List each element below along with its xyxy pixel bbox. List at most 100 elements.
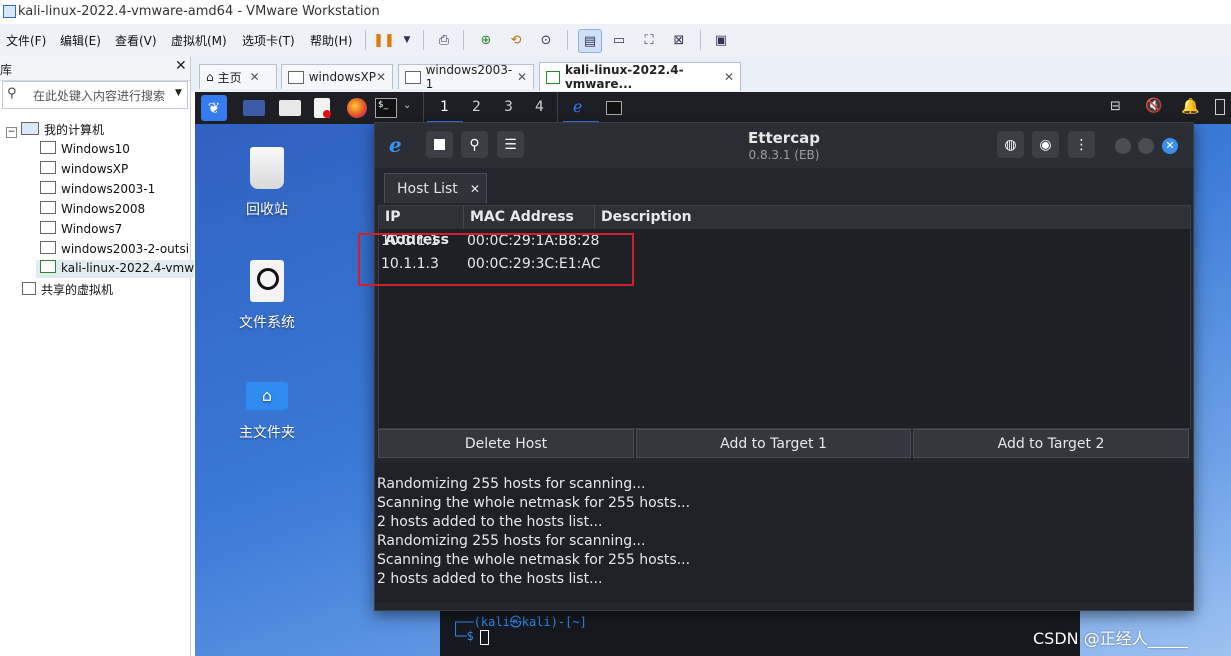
tree-item-label: Windows10 [61, 142, 130, 156]
vm-icon [288, 70, 304, 84]
tab-kali-linux[interactable]: kali-linux-2022.4-vmware... ✕ [539, 62, 741, 91]
close-icon[interactable]: ✕ [376, 70, 386, 84]
tree-item-vm[interactable]: windows2003-1 [40, 181, 188, 196]
kali-menu-icon[interactable]: ❦ [201, 95, 227, 121]
tree-item-label: Windows2008 [61, 202, 146, 216]
fullscreen-icon[interactable]: ⛶ [638, 29, 660, 51]
csdn-watermark: CSDN @正经人_____ [1033, 629, 1188, 648]
tree-item-vm[interactable]: Windows2008 [40, 201, 188, 216]
vm-running-icon [40, 260, 56, 273]
desktop-icon-home[interactable]: ⌂ 主文件夹 [222, 382, 312, 442]
ettercap-task-icon[interactable]: ℯ [573, 97, 582, 116]
tree-shared[interactable]: 共享的虚拟机 [22, 281, 113, 298]
unity-view-icon[interactable]: ▣ [710, 29, 732, 51]
more-options-button[interactable]: ⋮ [1068, 131, 1095, 158]
snapshot-icon[interactable]: ⊕ [475, 29, 497, 51]
tree-item-label: windowsXP [61, 162, 129, 176]
log-line: 2 hosts added to the hosts list... [377, 571, 603, 587]
tree-item-label: kali-linux-2022.4-vmw [61, 261, 194, 275]
close-icon[interactable]: ✕ [470, 182, 480, 196]
close-icon[interactable]: ✕ [517, 70, 527, 84]
tree-item-vm[interactable]: windows2003-2-outsid [40, 241, 188, 256]
tree-root[interactable]: − 我的计算机 [6, 121, 104, 138]
menu-file[interactable]: 文件(F) [6, 32, 46, 49]
vm-icon [405, 70, 421, 84]
mitm-menu-button[interactable]: ◍ [997, 131, 1024, 158]
send-keys-icon[interactable]: ⎙ [433, 29, 455, 51]
panel-separator [557, 92, 558, 124]
vm-icon [40, 161, 56, 174]
column-header-mac[interactable]: MAC Address [464, 206, 595, 229]
tab-windowsxp[interactable]: windowsXP ✕ [281, 64, 393, 89]
delete-host-button[interactable]: Delete Host [378, 429, 634, 458]
firefox-icon[interactable] [347, 98, 367, 118]
globe-icon: ◍ [1004, 136, 1017, 153]
minimize-button[interactable] [1115, 138, 1131, 154]
library-sidebar: 库 ✕ ⚲ 在此处键入内容进行搜索 ▼ − 我的计算机 Windows10 win… [0, 56, 194, 656]
column-header-ip[interactable]: IP Address [379, 206, 464, 248]
close-icon[interactable]: ✕ [175, 58, 187, 74]
sidebar-view-icon[interactable]: ▤ [578, 29, 602, 53]
shared-vm-icon [22, 282, 36, 295]
menu-vm[interactable]: 虚拟机(M) [171, 32, 227, 49]
pause-icon[interactable]: ❚❚ [373, 29, 395, 51]
close-icon[interactable]: ✕ [724, 70, 734, 84]
chevron-down-icon[interactable]: ▼ [396, 29, 418, 51]
terminal-prompt-line2: └─$ [452, 629, 474, 643]
chevron-down-icon[interactable]: ⌄ [403, 100, 411, 111]
add-to-target2-button[interactable]: Add to Target 2 [913, 429, 1189, 458]
battery-icon[interactable] [1215, 99, 1225, 115]
chevron-down-icon[interactable]: ▼ [175, 88, 182, 98]
tab-host-list[interactable]: Host List ✕ [384, 173, 487, 203]
terminal-task-icon[interactable] [606, 101, 622, 115]
menu-help[interactable]: 帮助(H) [310, 32, 352, 49]
menu-edit[interactable]: 编辑(E) [60, 32, 101, 49]
terminal-icon[interactable]: $_ [375, 98, 397, 118]
ettercap-menu-button[interactable]: ◉ [1032, 131, 1059, 158]
tree-item-vm[interactable]: Windows10 [40, 141, 188, 156]
tree-root-label: 我的计算机 [44, 123, 105, 137]
bell-icon[interactable]: 🔔 [1181, 97, 1200, 115]
tab-windows2003-1[interactable]: windows2003-1 ✕ [398, 63, 534, 91]
guest-display[interactable]: ❦ $_ ⌄ 1 2 3 4 ℯ ⊟ 🔇 🔔 回收站 文件系统 ⌂ 主文件夹 ┌… [195, 92, 1231, 656]
message-log[interactable]: Randomizing 255 hosts for scanning... Sc… [375, 463, 1193, 603]
console-view-icon[interactable]: ▭ [608, 29, 630, 51]
workspace-3[interactable]: 3 [504, 99, 513, 115]
editor-badge-icon [323, 110, 331, 118]
log-line: Randomizing 255 hosts for scanning... [377, 476, 646, 492]
workspace-2[interactable]: 2 [472, 99, 481, 115]
workspace-4[interactable]: 4 [535, 99, 544, 115]
collapse-icon[interactable]: − [6, 127, 17, 138]
maximize-button[interactable] [1138, 138, 1154, 154]
desktop-icon-filesystem[interactable]: 文件系统 [222, 260, 312, 332]
workspace-1[interactable]: 1 [440, 99, 449, 115]
column-header-description[interactable]: Description [595, 206, 1190, 229]
home-folder-icon: ⌂ [246, 382, 288, 410]
close-button[interactable]: ✕ [1162, 138, 1178, 154]
network-icon[interactable]: ⊟ [1110, 99, 1121, 114]
tab-home[interactable]: ⌂ 主页 ✕ [199, 64, 277, 89]
tree-item-label: Windows7 [61, 222, 123, 236]
window-titlebar: kali-linux-2022.4-vmware-amd64 - VMware … [0, 0, 1231, 24]
terminal-window[interactable]: ┌──(kali㉿kali)-[~] └─$ [440, 605, 1080, 656]
toolbar-separator [423, 30, 424, 50]
no-stretch-icon[interactable]: ⊠ [668, 29, 690, 51]
library-search-input[interactable]: ⚲ 在此处键入内容进行搜索 ▼ [2, 81, 188, 109]
desktop-icon-trash[interactable]: 回收站 [222, 147, 312, 219]
file-manager-icon[interactable] [279, 100, 301, 116]
vm-icon [40, 241, 56, 254]
show-desktop-icon[interactable] [243, 100, 265, 116]
close-icon[interactable]: ✕ [250, 70, 260, 84]
ettercap-window: ℯ ⚲ ☰ Ettercap 0.8.3.1 (EB) ◍ ◉ ⋮ ✕ Host… [374, 122, 1194, 611]
menu-tabs[interactable]: 选项卡(T) [242, 32, 295, 49]
add-to-target1-button[interactable]: Add to Target 1 [636, 429, 911, 458]
tree-item-vm[interactable]: windowsXP [40, 161, 188, 176]
vm-running-icon [546, 70, 560, 84]
tree-item-vm-selected[interactable]: kali-linux-2022.4-vmw [36, 260, 194, 278]
snapshot-manager-icon[interactable]: ⊙ [535, 29, 557, 51]
revert-snapshot-icon[interactable]: ⟲ [505, 29, 527, 51]
menu-view[interactable]: 查看(V) [115, 32, 157, 49]
volume-muted-icon[interactable]: 🔇 [1145, 98, 1162, 114]
tree-item-vm[interactable]: Windows7 [40, 221, 188, 236]
terminal-prompt-line1: ┌──(kali㉿kali)-[~] [452, 615, 587, 629]
